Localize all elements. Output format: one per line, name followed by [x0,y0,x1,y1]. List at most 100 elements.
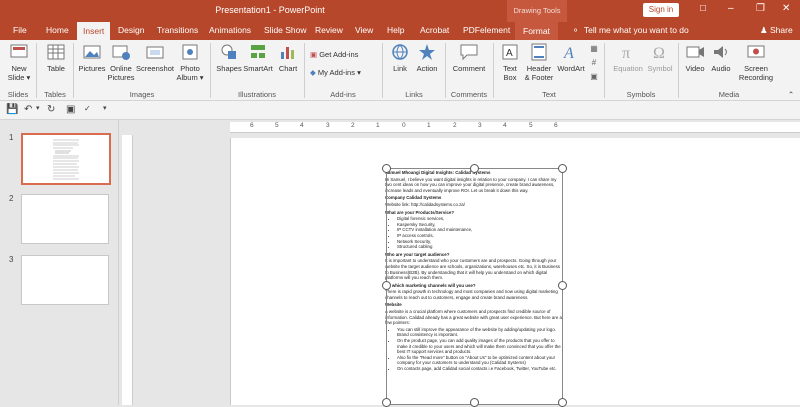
symbol-button[interactable]: Ω Symbol [646,42,674,73]
resize-handle[interactable] [558,281,567,290]
restore-icon[interactable]: ❐ [756,3,765,14]
comment-icon [460,44,478,61]
group-label-slides: Slides [7,90,29,99]
tab-review[interactable]: Review [315,25,343,35]
comment-label: Comment [452,64,486,73]
undo-icon[interactable]: ↶ [24,104,32,115]
slide-thumbnail-3[interactable] [21,255,109,305]
slide-thumbnail-1[interactable] [21,133,111,185]
my-addins-label: My Add-ins [317,68,355,77]
minimize-icon[interactable]: – [728,3,734,14]
tab-acrobat[interactable]: Acrobat [420,25,449,35]
new-slide-label: New Slide ▾ [7,64,31,82]
table-icon [47,44,65,60]
link-icon [392,44,408,60]
tab-format[interactable]: Format [515,22,558,40]
smartart-button[interactable]: SmartArt [243,42,273,73]
my-addins-button[interactable]: ◆ My Add-ins ▾ [310,68,378,77]
separator [604,43,605,98]
wordart-label: WordArt [557,64,585,73]
save-icon[interactable]: 💾 [6,104,18,115]
tab-file[interactable]: File [13,25,27,35]
slide-number-icon[interactable]: # [588,58,600,67]
tab-view[interactable]: View [355,25,373,35]
resize-handle[interactable] [382,164,391,173]
online-pictures-label: Online Pictures [107,64,135,82]
online-pictures-button[interactable]: Online Pictures [107,42,135,82]
smartart-label: SmartArt [243,64,273,73]
selection-frame [386,168,563,405]
equation-button[interactable]: π Equation [610,42,646,73]
slide-number: 2 [9,194,14,203]
screenshot-label: Screenshot [136,64,174,73]
resize-handle[interactable] [382,398,391,407]
addins-icon: ◆ [310,68,316,77]
pi-icon: π [622,45,630,62]
shapes-label: Shapes [216,64,242,73]
symbol-label: Symbol [647,64,673,73]
separator [73,43,74,98]
tab-slide-show[interactable]: Slide Show [264,25,307,35]
screen-recording-button[interactable]: Screen Recording [736,42,776,82]
separator [678,43,679,98]
action-button[interactable]: Action [414,42,440,73]
quick-access-toolbar: 💾 ↶ ▾ ↻ ▣ ✓ ▾ [0,101,800,120]
tab-design[interactable]: Design [118,25,144,35]
table-button[interactable]: Table [43,42,69,73]
tell-me-search[interactable]: ⚬ Tell me what you want to do [572,25,689,36]
wordart-icon: A [563,45,574,62]
get-addins-button[interactable]: ▣ Get Add-ins [310,50,372,59]
horizontal-ruler: 6 5 4 3 2 1 0 1 2 3 4 5 6 [230,122,800,133]
comment-button[interactable]: Comment [450,42,488,73]
video-button[interactable]: Video [683,42,707,73]
svg-text:π: π [622,45,630,62]
ribbon-display-icon[interactable]: □ [700,3,706,14]
tab-animations[interactable]: Animations [209,25,251,35]
text-box-button[interactable]: A Text Box [498,42,522,82]
action-icon [419,44,435,60]
start-presentation-icon[interactable]: ▣ [66,104,75,115]
tab-pdfelement[interactable]: PDFelement [463,25,510,35]
online-picture-icon [112,45,130,60]
redo-icon[interactable]: ↻ [47,104,55,115]
store-icon: ▣ [310,50,318,59]
close-icon[interactable]: ✕ [782,3,790,14]
header-footer-button[interactable]: Header & Footer [523,42,555,82]
tab-help[interactable]: Help [387,25,404,35]
photo-album-button[interactable]: Photo Album ▾ [176,42,204,82]
shapes-button[interactable]: Shapes [215,42,243,73]
screenshot-button[interactable]: Screenshot [136,42,174,73]
collapse-ribbon-icon[interactable]: ⌃ [786,90,796,99]
resize-handle[interactable] [382,281,391,290]
resize-handle[interactable] [470,398,479,407]
screen-recording-icon [747,45,765,58]
picture-icon [83,45,101,59]
date-time-icon[interactable]: ▦ [588,44,600,53]
equation-label: Equation [613,64,643,73]
sign-in-button[interactable]: Sign in [643,3,679,17]
slide-thumbnail-2[interactable] [21,194,109,244]
audio-label: Audio [711,64,731,73]
resize-handle[interactable] [558,398,567,407]
tab-transitions[interactable]: Transitions [157,25,198,35]
person-icon: ♟ [760,25,768,35]
chart-button[interactable]: Chart [276,42,300,73]
undo-dropdown-icon[interactable]: ▾ [36,104,40,112]
resize-handle[interactable] [470,164,479,173]
omega-icon: Ω [653,45,665,62]
group-label-links: Links [405,90,423,99]
tab-insert[interactable]: Insert [77,22,111,40]
chart-label: Chart [278,64,298,73]
audio-button[interactable]: Audio [709,42,733,73]
tab-home[interactable]: Home [46,25,69,35]
pictures-button[interactable]: Pictures [78,42,106,73]
object-icon[interactable]: ▣ [588,72,600,81]
new-slide-button[interactable]: New Slide ▾ [6,42,32,82]
spelling-icon[interactable]: ✓ [84,104,91,113]
link-button[interactable]: Link [388,42,412,73]
group-label-images: Images [129,90,155,99]
share-button[interactable]: ♟ Share [760,25,793,36]
customize-toolbar-icon[interactable]: ▾ [103,104,107,112]
wordart-button[interactable]: A WordArt [556,42,586,73]
resize-handle[interactable] [558,164,567,173]
